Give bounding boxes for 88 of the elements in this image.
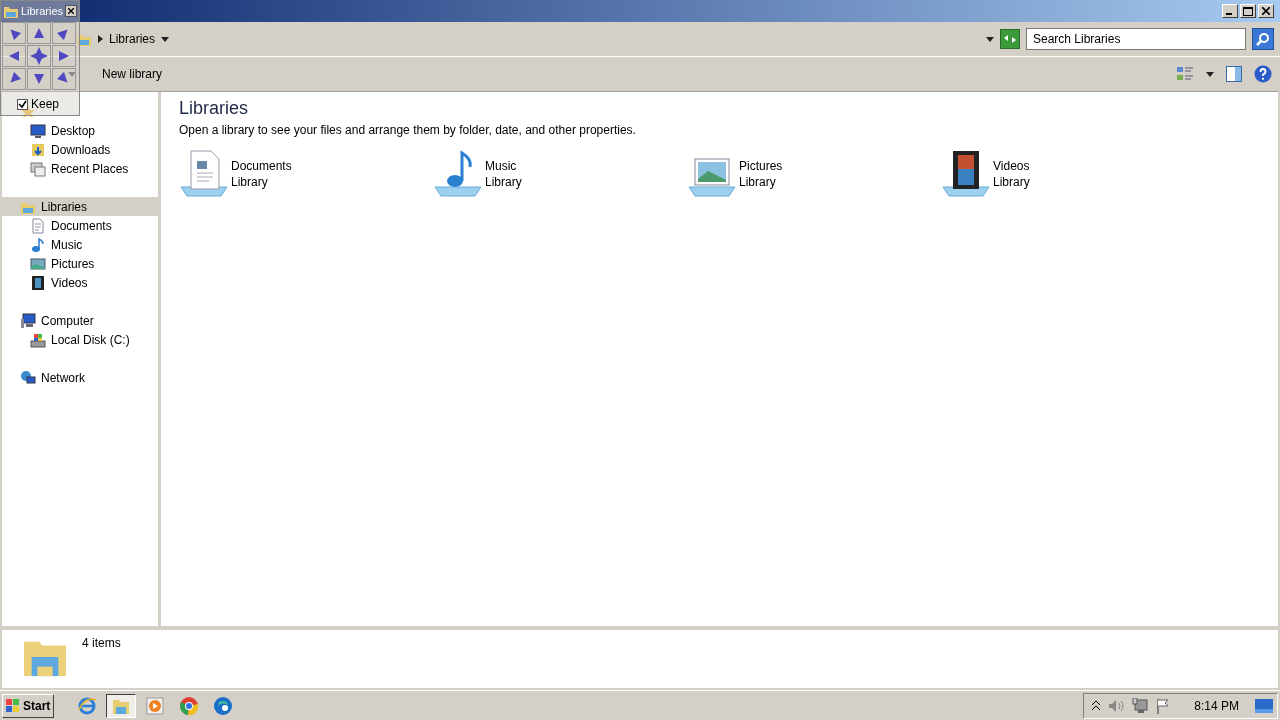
arrow-button[interactable] [2, 45, 26, 67]
show-hidden-icons-icon[interactable] [1092, 700, 1101, 711]
sidebar-item[interactable]: Documents [2, 216, 158, 235]
documents-icon [30, 217, 46, 234]
videos-icon [30, 274, 46, 291]
arrow-button[interactable] [52, 68, 76, 90]
media-player-icon[interactable] [145, 695, 165, 716]
arrow-button[interactable] [52, 22, 76, 44]
sidebar-item[interactable]: Recent Places [2, 159, 158, 178]
flag-icon[interactable] [1156, 697, 1171, 714]
arrow-icon [7, 49, 21, 63]
arrow-button[interactable] [27, 68, 51, 90]
downloads-icon [30, 141, 46, 158]
library-name[interactable]: Music [485, 159, 522, 173]
library-type: Library [993, 175, 1030, 189]
maximize-icon [1243, 6, 1253, 16]
start-button[interactable]: Start [2, 693, 54, 718]
arrow-icon [7, 26, 21, 40]
toolbar-button[interactable]: New library [98, 65, 166, 83]
arrow-button[interactable] [2, 68, 26, 90]
refresh-button[interactable] [1000, 29, 1020, 49]
computer-icon [20, 312, 36, 329]
close-button[interactable] [65, 5, 77, 17]
music-note-library-icon [433, 149, 483, 197]
sidebar-item[interactable]: Computer [2, 311, 158, 330]
sidebar-item[interactable]: Downloads [2, 140, 158, 159]
chrome-icon[interactable] [179, 695, 199, 716]
document-library-icon [179, 149, 229, 197]
sidebar-item[interactable]: Music [2, 235, 158, 254]
library-type: Library [739, 175, 777, 189]
refresh-icon [1003, 33, 1017, 45]
taskbar-app[interactable] [106, 693, 136, 718]
library-name[interactable]: Videos [993, 159, 1030, 173]
sidebar-item[interactable]: Videos [2, 273, 158, 292]
sidebar-item[interactable]: Network [2, 368, 158, 387]
arrow-button[interactable] [52, 45, 76, 67]
breadcrumb-caret-icon[interactable] [161, 36, 170, 42]
sidebar-item[interactable]: Libraries [2, 197, 158, 216]
library-type: Library [231, 175, 269, 189]
help-icon[interactable] [1254, 65, 1272, 83]
recent-icon [30, 160, 46, 177]
history-dropdown-icon[interactable] [986, 36, 994, 42]
item-count: 4 items [82, 636, 121, 650]
chevron-icon[interactable] [98, 35, 103, 43]
preview-pane-icon[interactable] [1226, 66, 1242, 82]
library-name[interactable]: Documents [231, 159, 292, 173]
page-heading: Libraries [179, 98, 250, 119]
search-button[interactable] [1252, 28, 1274, 50]
sidebar-item[interactable]: Pictures [2, 254, 158, 273]
keep-checkbox[interactable] [17, 98, 28, 110]
arrow-button[interactable] [27, 22, 51, 44]
arrow-icon [7, 72, 21, 86]
view-caret-icon[interactable] [1206, 71, 1214, 77]
close-icon [1262, 7, 1270, 15]
film-strip-library-icon [941, 149, 991, 197]
search-field[interactable]: Search Libraries [1026, 28, 1246, 50]
arrow-button[interactable] [2, 22, 26, 44]
clock[interactable]: 8:14 PM [1194, 698, 1239, 713]
network-icon [20, 369, 36, 386]
library-name[interactable]: Pictures [739, 159, 783, 173]
arrow-icon [57, 49, 71, 63]
search-icon [1256, 32, 1270, 46]
sidebar-item[interactable]: Local Disk (C:) [2, 330, 158, 349]
arrow-icon [32, 26, 46, 40]
browser-e-icon[interactable] [77, 695, 97, 716]
minimize-button[interactable] [1222, 4, 1238, 18]
four-way-arrow-icon [30, 47, 48, 65]
music-icon [30, 236, 46, 253]
arrow-icon [57, 72, 71, 86]
network-icon[interactable] [1132, 697, 1149, 714]
breadcrumb-item[interactable]: Libraries [109, 32, 156, 46]
arrow-icon [57, 26, 71, 40]
checkmark-icon [18, 99, 27, 109]
desktop-icon [30, 122, 46, 139]
pictures-icon [30, 255, 46, 272]
show-desktop-icon[interactable] [1255, 698, 1273, 713]
edge-icon[interactable] [213, 695, 233, 716]
windows-logo-icon [5, 697, 21, 714]
disk-icon [30, 331, 46, 348]
panel-title: Libraries [20, 5, 64, 17]
move-button[interactable] [27, 45, 51, 67]
checkbox-label: Keep [31, 97, 60, 111]
sidebar-item[interactable]: Desktop [2, 121, 158, 140]
arrow-icon [32, 72, 46, 86]
page-description: Open a library to see your files and arrange them by folder, date, and other properties. [179, 123, 637, 137]
maximize-button[interactable] [1240, 4, 1256, 18]
close-icon [68, 8, 75, 14]
library-type: Library [485, 175, 522, 189]
